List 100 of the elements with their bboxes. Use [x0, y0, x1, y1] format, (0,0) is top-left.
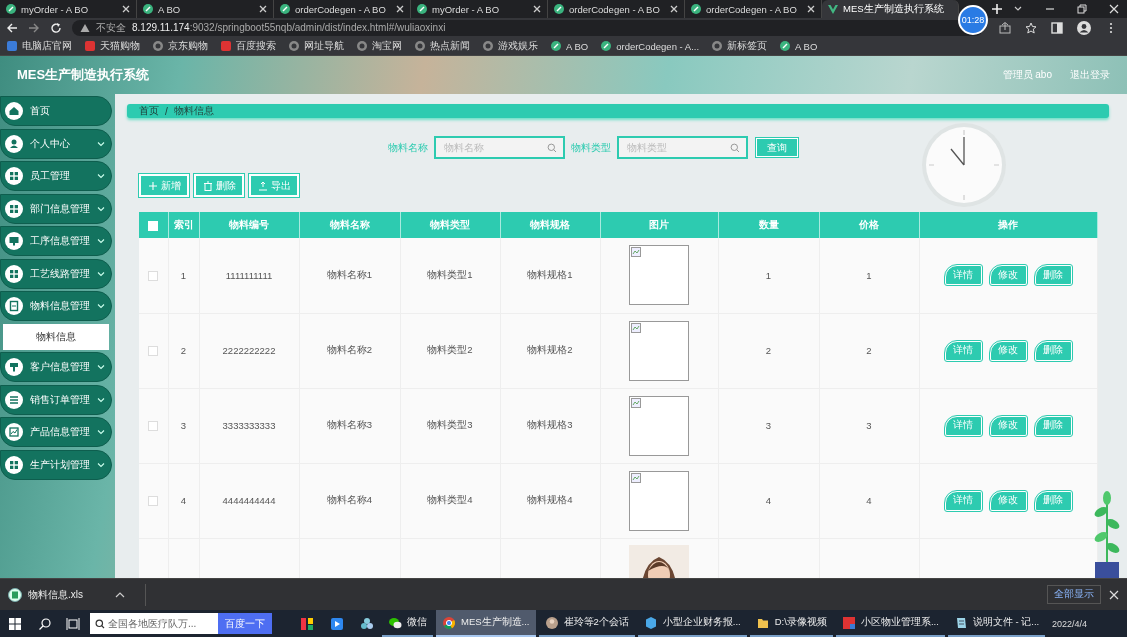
taskbar-app[interactable]: MES生产制造... — [436, 610, 536, 637]
leaf-icon — [416, 3, 428, 15]
sidebar-item[interactable]: 销售订单管理 — [0, 384, 112, 415]
close-icon[interactable] — [395, 4, 405, 14]
close-icon[interactable] — [806, 4, 816, 14]
sidebar-item[interactable]: 工序信息管理 — [0, 226, 112, 256]
bookmark[interactable]: orderCodegen - A... — [600, 40, 700, 52]
column-header: 价格 — [819, 212, 919, 238]
chat-icon — [388, 615, 402, 630]
site-icon — [220, 40, 232, 52]
side-panel-icon[interactable] — [1051, 21, 1063, 34]
sidebar-item[interactable]: 个人中心 — [0, 128, 112, 159]
play-icon[interactable] — [330, 616, 344, 631]
grid-icon — [5, 167, 23, 185]
star-icon[interactable] — [1025, 21, 1037, 34]
task-view-icon[interactable] — [66, 616, 80, 631]
grid-icon — [5, 199, 23, 218]
table-cell: 4 — [168, 463, 199, 538]
taskbar-app[interactable]: 崔玲等2个会话 — [538, 610, 635, 637]
leaf-icon — [553, 3, 565, 15]
table-cell: 物料规格1 — [500, 238, 600, 313]
browser-icon — [442, 615, 456, 630]
tiles-icon[interactable] — [300, 616, 314, 631]
chevron-down-icon — [97, 428, 105, 436]
user-label: 管理员 abo — [1002, 68, 1052, 82]
sidebar-item[interactable]: 产品信息管理 — [0, 417, 112, 447]
sidebar-item[interactable]: 首页 — [0, 96, 112, 126]
bookmark[interactable]: 游戏娱乐 — [482, 39, 538, 53]
submenu-item[interactable]: 物料信息 — [3, 323, 109, 350]
forward-icon[interactable] — [28, 21, 40, 34]
new-tab-icon[interactable] — [991, 3, 1003, 15]
bookmark[interactable]: 京东购物 — [152, 39, 208, 53]
windows-start-icon[interactable] — [8, 616, 22, 631]
chevron-down-icon — [97, 363, 105, 371]
sidebar-item[interactable]: 客户信息管理 — [0, 352, 112, 382]
flower-icon[interactable] — [360, 616, 374, 631]
taskbar-app[interactable]: 小区物业管理系... — [835, 610, 945, 637]
profile-icon[interactable] — [1077, 20, 1091, 35]
row-checkbox[interactable] — [148, 496, 159, 507]
taskbar-app[interactable]: D:\录像视频 — [749, 610, 833, 637]
close-icon[interactable] — [669, 4, 679, 14]
table-cell: 物料类型1 — [400, 238, 500, 313]
bookmark[interactable]: 热点新闻 — [414, 39, 470, 53]
bookmark[interactable]: 网址导航 — [288, 39, 344, 53]
column-header: 物料编号 — [199, 212, 299, 238]
restore-icon[interactable] — [1077, 4, 1087, 14]
breadcrumb-separator: / — [165, 105, 168, 117]
globe-icon — [414, 40, 426, 52]
share-icon[interactable] — [999, 21, 1011, 34]
search-icon[interactable] — [38, 616, 52, 631]
leaf-icon — [142, 3, 154, 15]
bookmark[interactable]: 电脑店官网 — [6, 39, 72, 53]
close-icon[interactable] — [532, 4, 542, 14]
table-cell: 2 — [718, 313, 819, 388]
globe-icon — [152, 40, 164, 52]
warning-icon — [80, 22, 90, 33]
bookmark[interactable]: 新标签页 — [711, 39, 768, 53]
table-cell: 物料名称2 — [299, 313, 400, 388]
close-icon[interactable] — [258, 4, 268, 14]
bookmark[interactable]: 淘宝网 — [356, 39, 402, 53]
bookmark[interactable]: 天猫购物 — [84, 39, 140, 53]
close-icon[interactable] — [1109, 4, 1119, 14]
row-checkbox[interactable] — [148, 346, 159, 357]
chevron-down-icon — [97, 237, 105, 245]
table-cell: 3 — [168, 388, 199, 463]
chevron-down-icon — [97, 139, 105, 148]
search-button[interactable]: 百度一下 — [218, 613, 272, 634]
reload-icon[interactable] — [50, 21, 62, 34]
globe-icon — [711, 40, 724, 52]
close-icon[interactable] — [121, 4, 131, 14]
sidebar-item[interactable]: 部门信息管理 — [0, 193, 112, 224]
table-cell: 物料规格4 — [500, 463, 600, 538]
table-cell: 3 — [718, 388, 819, 463]
table-cell: 物料类型3 — [400, 388, 500, 463]
close-icon[interactable] — [1109, 589, 1119, 600]
bookmark[interactable]: A BO — [779, 40, 818, 52]
select-all-checkbox[interactable] — [148, 220, 159, 231]
sidebar-item[interactable]: 物料信息管理 — [0, 291, 112, 321]
bookmark[interactable]: 百度搜索 — [220, 39, 276, 53]
sidebar-item[interactable]: 工艺线路管理 — [0, 258, 112, 289]
back-icon[interactable] — [6, 21, 18, 34]
sidebar-item[interactable]: 员工管理 — [0, 161, 112, 191]
bookmark[interactable]: A BO — [550, 40, 589, 52]
chevron-down-icon — [97, 395, 105, 404]
breadcrumb-item[interactable]: 首页 — [139, 104, 159, 118]
download-item[interactable]: 物料信息.xls — [8, 587, 137, 602]
browser-tab[interactable]: MES生产制造执行系统 — [822, 0, 959, 18]
taskbar-app[interactable]: 小型企业财务报... — [637, 610, 747, 637]
taskbar-search-field[interactable]: 全国各地医疗队万... — [90, 613, 218, 634]
sidebar-item[interactable]: 生产计划管理 — [0, 449, 112, 480]
table-cell: 物料名称4 — [299, 463, 400, 538]
show-all-button[interactable]: 全部显示 — [1047, 585, 1101, 604]
export-icon — [257, 180, 268, 191]
taskbar-app[interactable]: 说明文件 - 记... — [947, 610, 1046, 637]
taskbar-app[interactable]: 微信 — [382, 610, 433, 637]
column-header: 操作 — [919, 212, 1097, 238]
site-icon — [84, 40, 96, 52]
row-checkbox[interactable] — [148, 421, 159, 432]
table-cell: 4444444444 — [199, 463, 299, 538]
row-checkbox[interactable] — [148, 271, 159, 281]
